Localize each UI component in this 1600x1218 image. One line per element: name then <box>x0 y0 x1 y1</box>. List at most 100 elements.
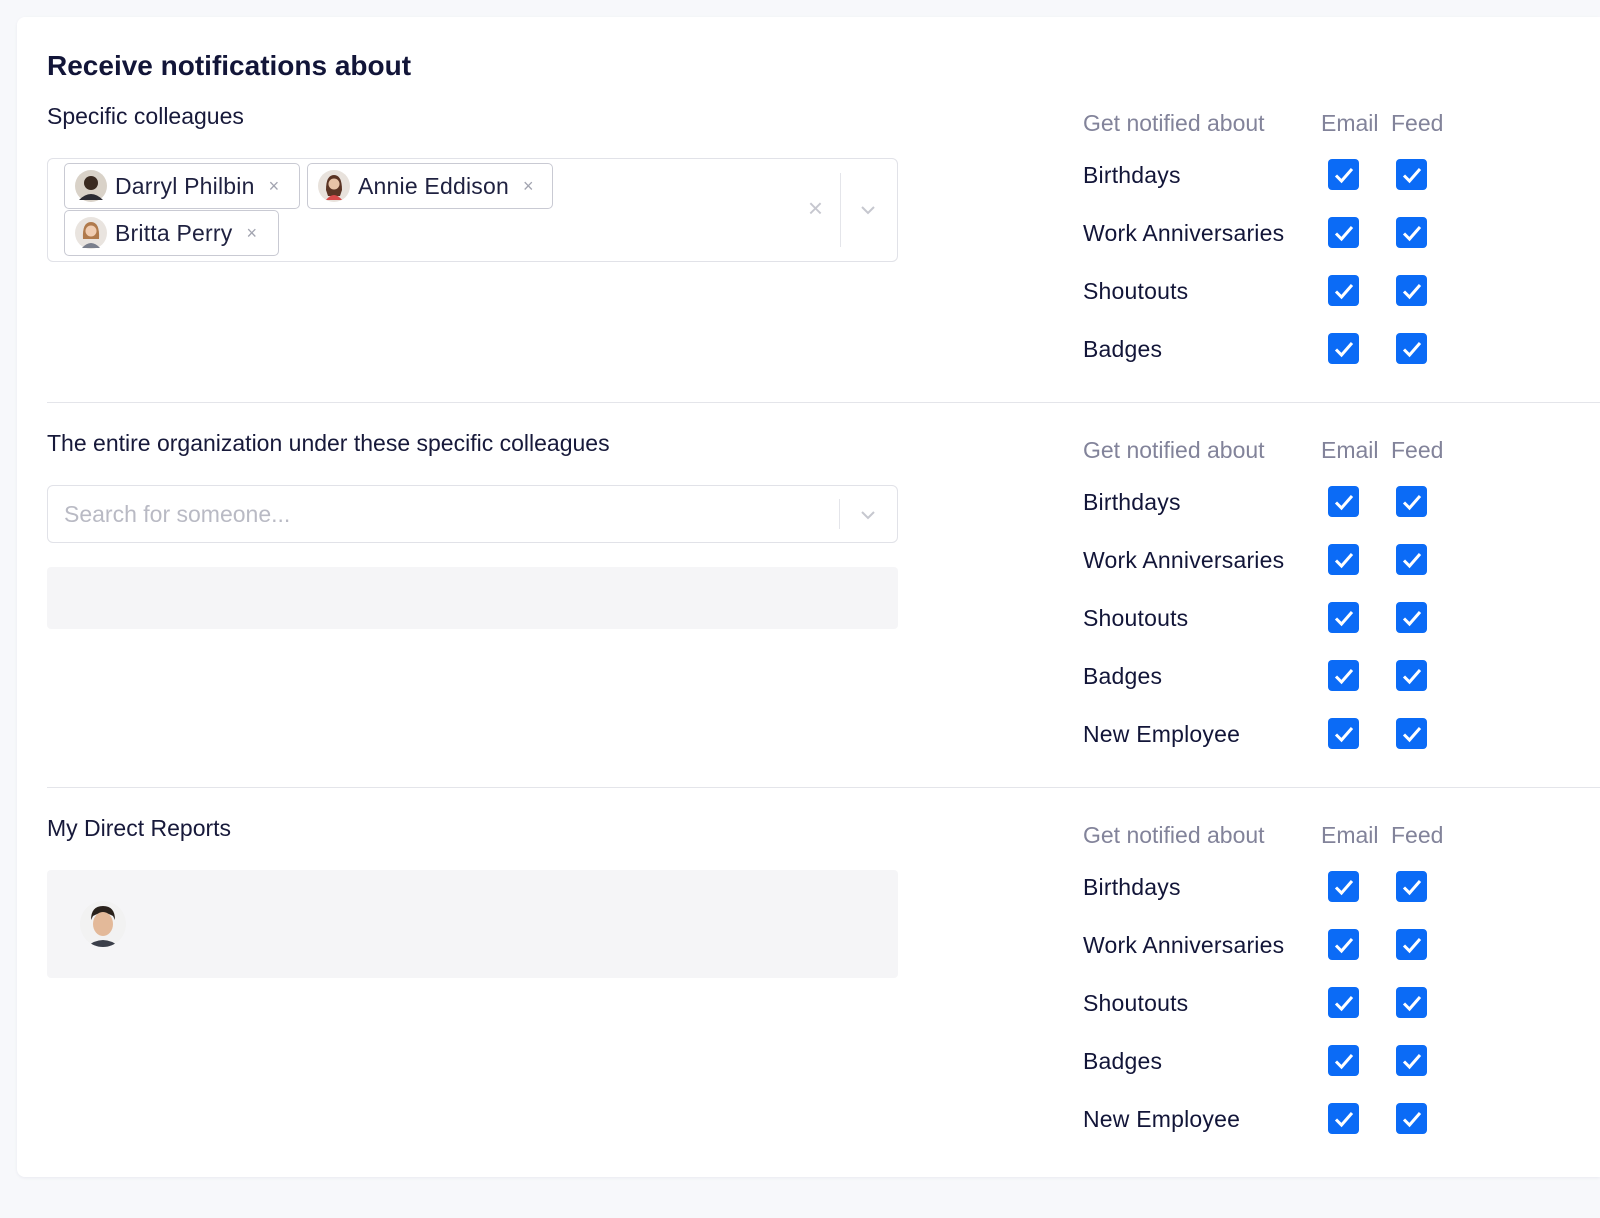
notification-label: Birthdays <box>1083 489 1181 515</box>
page-title: Receive notifications about <box>47 50 412 81</box>
email-checkbox[interactable] <box>1328 871 1359 902</box>
feed-checkbox[interactable] <box>1396 217 1427 248</box>
check-icon <box>1402 167 1421 183</box>
close-icon[interactable]: × <box>269 177 280 195</box>
dropdown-separator <box>839 499 840 529</box>
email-checkbox[interactable] <box>1328 1103 1359 1134</box>
chip-name: Britta Perry <box>115 219 233 246</box>
email-checkbox[interactable] <box>1328 159 1359 190</box>
check-icon <box>1402 341 1421 357</box>
column-header-feed: Feed <box>1391 110 1444 136</box>
feed-checkbox[interactable] <box>1396 1045 1427 1076</box>
organization-search[interactable] <box>47 485 898 543</box>
check-icon <box>1334 225 1353 241</box>
feed-checkbox[interactable] <box>1396 987 1427 1018</box>
avatar <box>318 170 350 202</box>
chip-name: Darryl Philbin <box>115 172 255 199</box>
notification-label: Work Anniversaries <box>1083 932 1285 958</box>
chevron-down-icon[interactable] <box>857 199 879 221</box>
check-icon <box>1334 879 1353 895</box>
notification-label: Work Anniversaries <box>1083 220 1285 246</box>
email-checkbox[interactable] <box>1328 333 1359 364</box>
check-icon <box>1402 610 1421 626</box>
notification-label: New Employee <box>1083 721 1241 747</box>
selected-person-chip: Annie Eddison × <box>307 163 553 209</box>
feed-checkbox[interactable] <box>1396 871 1427 902</box>
check-icon <box>1334 937 1353 953</box>
check-icon <box>1334 610 1353 626</box>
check-icon <box>1402 726 1421 742</box>
notification-label: Shoutouts <box>1083 605 1189 631</box>
section-divider <box>47 402 1600 403</box>
section-label-direct-reports: My Direct Reports <box>47 815 232 841</box>
direct-reports-panel <box>47 870 898 978</box>
feed-checkbox[interactable] <box>1396 660 1427 691</box>
feed-checkbox[interactable] <box>1396 544 1427 575</box>
column-header-feed: Feed <box>1391 437 1444 463</box>
feed-checkbox[interactable] <box>1396 159 1427 190</box>
email-checkbox[interactable] <box>1328 275 1359 306</box>
feed-checkbox[interactable] <box>1396 602 1427 633</box>
chip-name: Annie Eddison <box>358 172 509 199</box>
check-icon <box>1334 1111 1353 1127</box>
check-icon <box>1334 341 1353 357</box>
check-icon <box>1402 995 1421 1011</box>
check-icon <box>1334 668 1353 684</box>
column-header-topic: Get notified about <box>1083 437 1265 463</box>
check-icon <box>1402 494 1421 510</box>
column-header-email: Email <box>1321 110 1379 136</box>
notification-label: Shoutouts <box>1083 278 1189 304</box>
dropdown-separator <box>840 173 841 247</box>
check-icon <box>1402 225 1421 241</box>
close-icon[interactable]: × <box>246 224 257 242</box>
notification-label: Work Anniversaries <box>1083 547 1285 573</box>
check-icon <box>1334 494 1353 510</box>
avatar <box>75 170 107 202</box>
feed-checkbox[interactable] <box>1396 333 1427 364</box>
email-checkbox[interactable] <box>1328 660 1359 691</box>
feed-checkbox[interactable] <box>1396 929 1427 960</box>
email-checkbox[interactable] <box>1328 929 1359 960</box>
check-icon <box>1334 552 1353 568</box>
email-checkbox[interactable] <box>1328 486 1359 517</box>
check-icon <box>1402 937 1421 953</box>
column-header-feed: Feed <box>1391 822 1444 848</box>
column-header-email: Email <box>1321 822 1379 848</box>
email-checkbox[interactable] <box>1328 544 1359 575</box>
email-checkbox[interactable] <box>1328 217 1359 248</box>
chevron-down-icon[interactable] <box>857 504 879 526</box>
check-icon <box>1402 283 1421 299</box>
close-icon[interactable]: × <box>523 177 534 195</box>
column-header-topic: Get notified about <box>1083 822 1265 848</box>
check-icon <box>1402 668 1421 684</box>
feed-checkbox[interactable] <box>1396 486 1427 517</box>
check-icon <box>1334 726 1353 742</box>
email-checkbox[interactable] <box>1328 1045 1359 1076</box>
email-checkbox[interactable] <box>1328 718 1359 749</box>
email-checkbox[interactable] <box>1328 987 1359 1018</box>
organization-members-panel <box>47 567 898 629</box>
check-icon <box>1334 995 1353 1011</box>
email-checkbox[interactable] <box>1328 602 1359 633</box>
check-icon <box>1402 1111 1421 1127</box>
notification-label: Badges <box>1083 336 1163 362</box>
section-label-entire-organization: The entire organization under these spec… <box>47 430 610 456</box>
feed-checkbox[interactable] <box>1396 275 1427 306</box>
check-icon <box>1334 1053 1353 1069</box>
colleague-multiselect[interactable]: Darryl Philbin × Annie Eddison × Britta … <box>47 158 898 262</box>
feed-checkbox[interactable] <box>1396 1103 1427 1134</box>
notification-label: Birthdays <box>1083 162 1181 188</box>
notification-label: Badges <box>1083 663 1163 689</box>
section-divider <box>47 787 1600 788</box>
check-icon <box>1402 552 1421 568</box>
clear-all-icon[interactable]: × <box>808 195 823 221</box>
avatar <box>75 217 107 249</box>
selected-person-chip: Darryl Philbin × <box>64 163 300 209</box>
check-icon <box>1402 879 1421 895</box>
column-header-topic: Get notified about <box>1083 110 1265 136</box>
feed-checkbox[interactable] <box>1396 718 1427 749</box>
check-icon <box>1334 283 1353 299</box>
avatar[interactable] <box>79 900 127 948</box>
notification-label: Shoutouts <box>1083 990 1189 1016</box>
search-input[interactable] <box>64 486 804 542</box>
